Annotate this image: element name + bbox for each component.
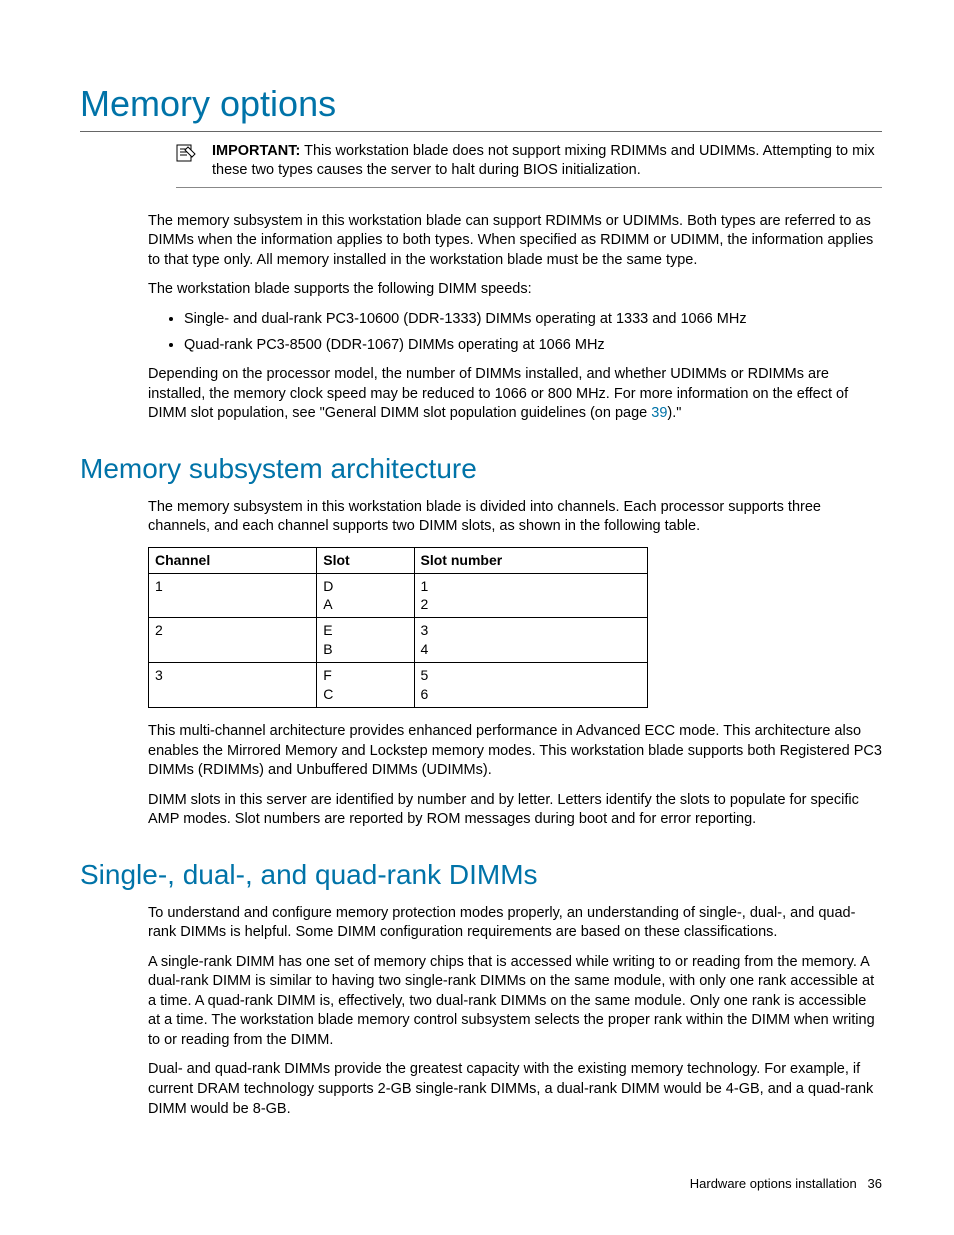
table-header: Channel <box>149 547 317 573</box>
table-cell: 1 <box>149 573 317 618</box>
important-label: IMPORTANT: <box>212 143 300 159</box>
table-header: Slot <box>317 547 414 573</box>
table-row: 3 F C 5 6 <box>149 663 648 708</box>
important-callout: IMPORTANT: This workstation blade does n… <box>176 138 882 188</box>
section-heading: Single-, dual-, and quad-rank DIMMs <box>80 856 882 894</box>
table-cell: E B <box>317 618 414 663</box>
body-paragraph: The workstation blade supports the follo… <box>148 280 882 300</box>
body-paragraph: To understand and configure memory prote… <box>148 904 882 943</box>
note-icon <box>176 144 196 162</box>
page-link[interactable]: 39 <box>651 405 667 421</box>
bullet-list: Single- and dual-rank PC3-10600 (DDR-133… <box>148 310 882 355</box>
table-row: 2 E B 3 4 <box>149 618 648 663</box>
footer-section: Hardware options installation <box>690 1176 857 1191</box>
table-cell: F C <box>317 663 414 708</box>
table-header: Slot number <box>414 547 647 573</box>
important-body: This workstation blade does not support … <box>212 143 875 179</box>
page-heading: Memory options <box>80 80 882 132</box>
page-footer: Hardware options installation 36 <box>690 1175 882 1193</box>
body-paragraph: Dual- and quad-rank DIMMs provide the gr… <box>148 1060 882 1119</box>
list-item: Quad-rank PC3-8500 (DDR-1067) DIMMs oper… <box>184 336 882 356</box>
text-run: Depending on the processor model, the nu… <box>148 366 848 421</box>
body-paragraph: This multi-channel architecture provides… <box>148 722 882 781</box>
channel-slot-table: Channel Slot Slot number 1 D A 1 2 2 E B… <box>148 547 648 708</box>
body-paragraph: A single-rank DIMM has one set of memory… <box>148 953 882 1051</box>
table-cell: 2 <box>149 618 317 663</box>
table-row: 1 D A 1 2 <box>149 573 648 618</box>
important-text: IMPORTANT: This workstation blade does n… <box>212 142 882 181</box>
body-paragraph: DIMM slots in this server are identified… <box>148 791 882 830</box>
section-heading: Memory subsystem architecture <box>80 450 882 488</box>
text-run: )." <box>667 405 681 421</box>
table-cell: 3 <box>149 663 317 708</box>
table-cell: 1 2 <box>414 573 647 618</box>
table-header-row: Channel Slot Slot number <box>149 547 648 573</box>
body-paragraph: The memory subsystem in this workstation… <box>148 498 882 537</box>
body-paragraph: Depending on the processor model, the nu… <box>148 365 882 424</box>
body-paragraph: The memory subsystem in this workstation… <box>148 212 882 271</box>
table-cell: D A <box>317 573 414 618</box>
table-cell: 5 6 <box>414 663 647 708</box>
table-cell: 3 4 <box>414 618 647 663</box>
list-item: Single- and dual-rank PC3-10600 (DDR-133… <box>184 310 882 330</box>
footer-page-number: 36 <box>868 1176 882 1191</box>
